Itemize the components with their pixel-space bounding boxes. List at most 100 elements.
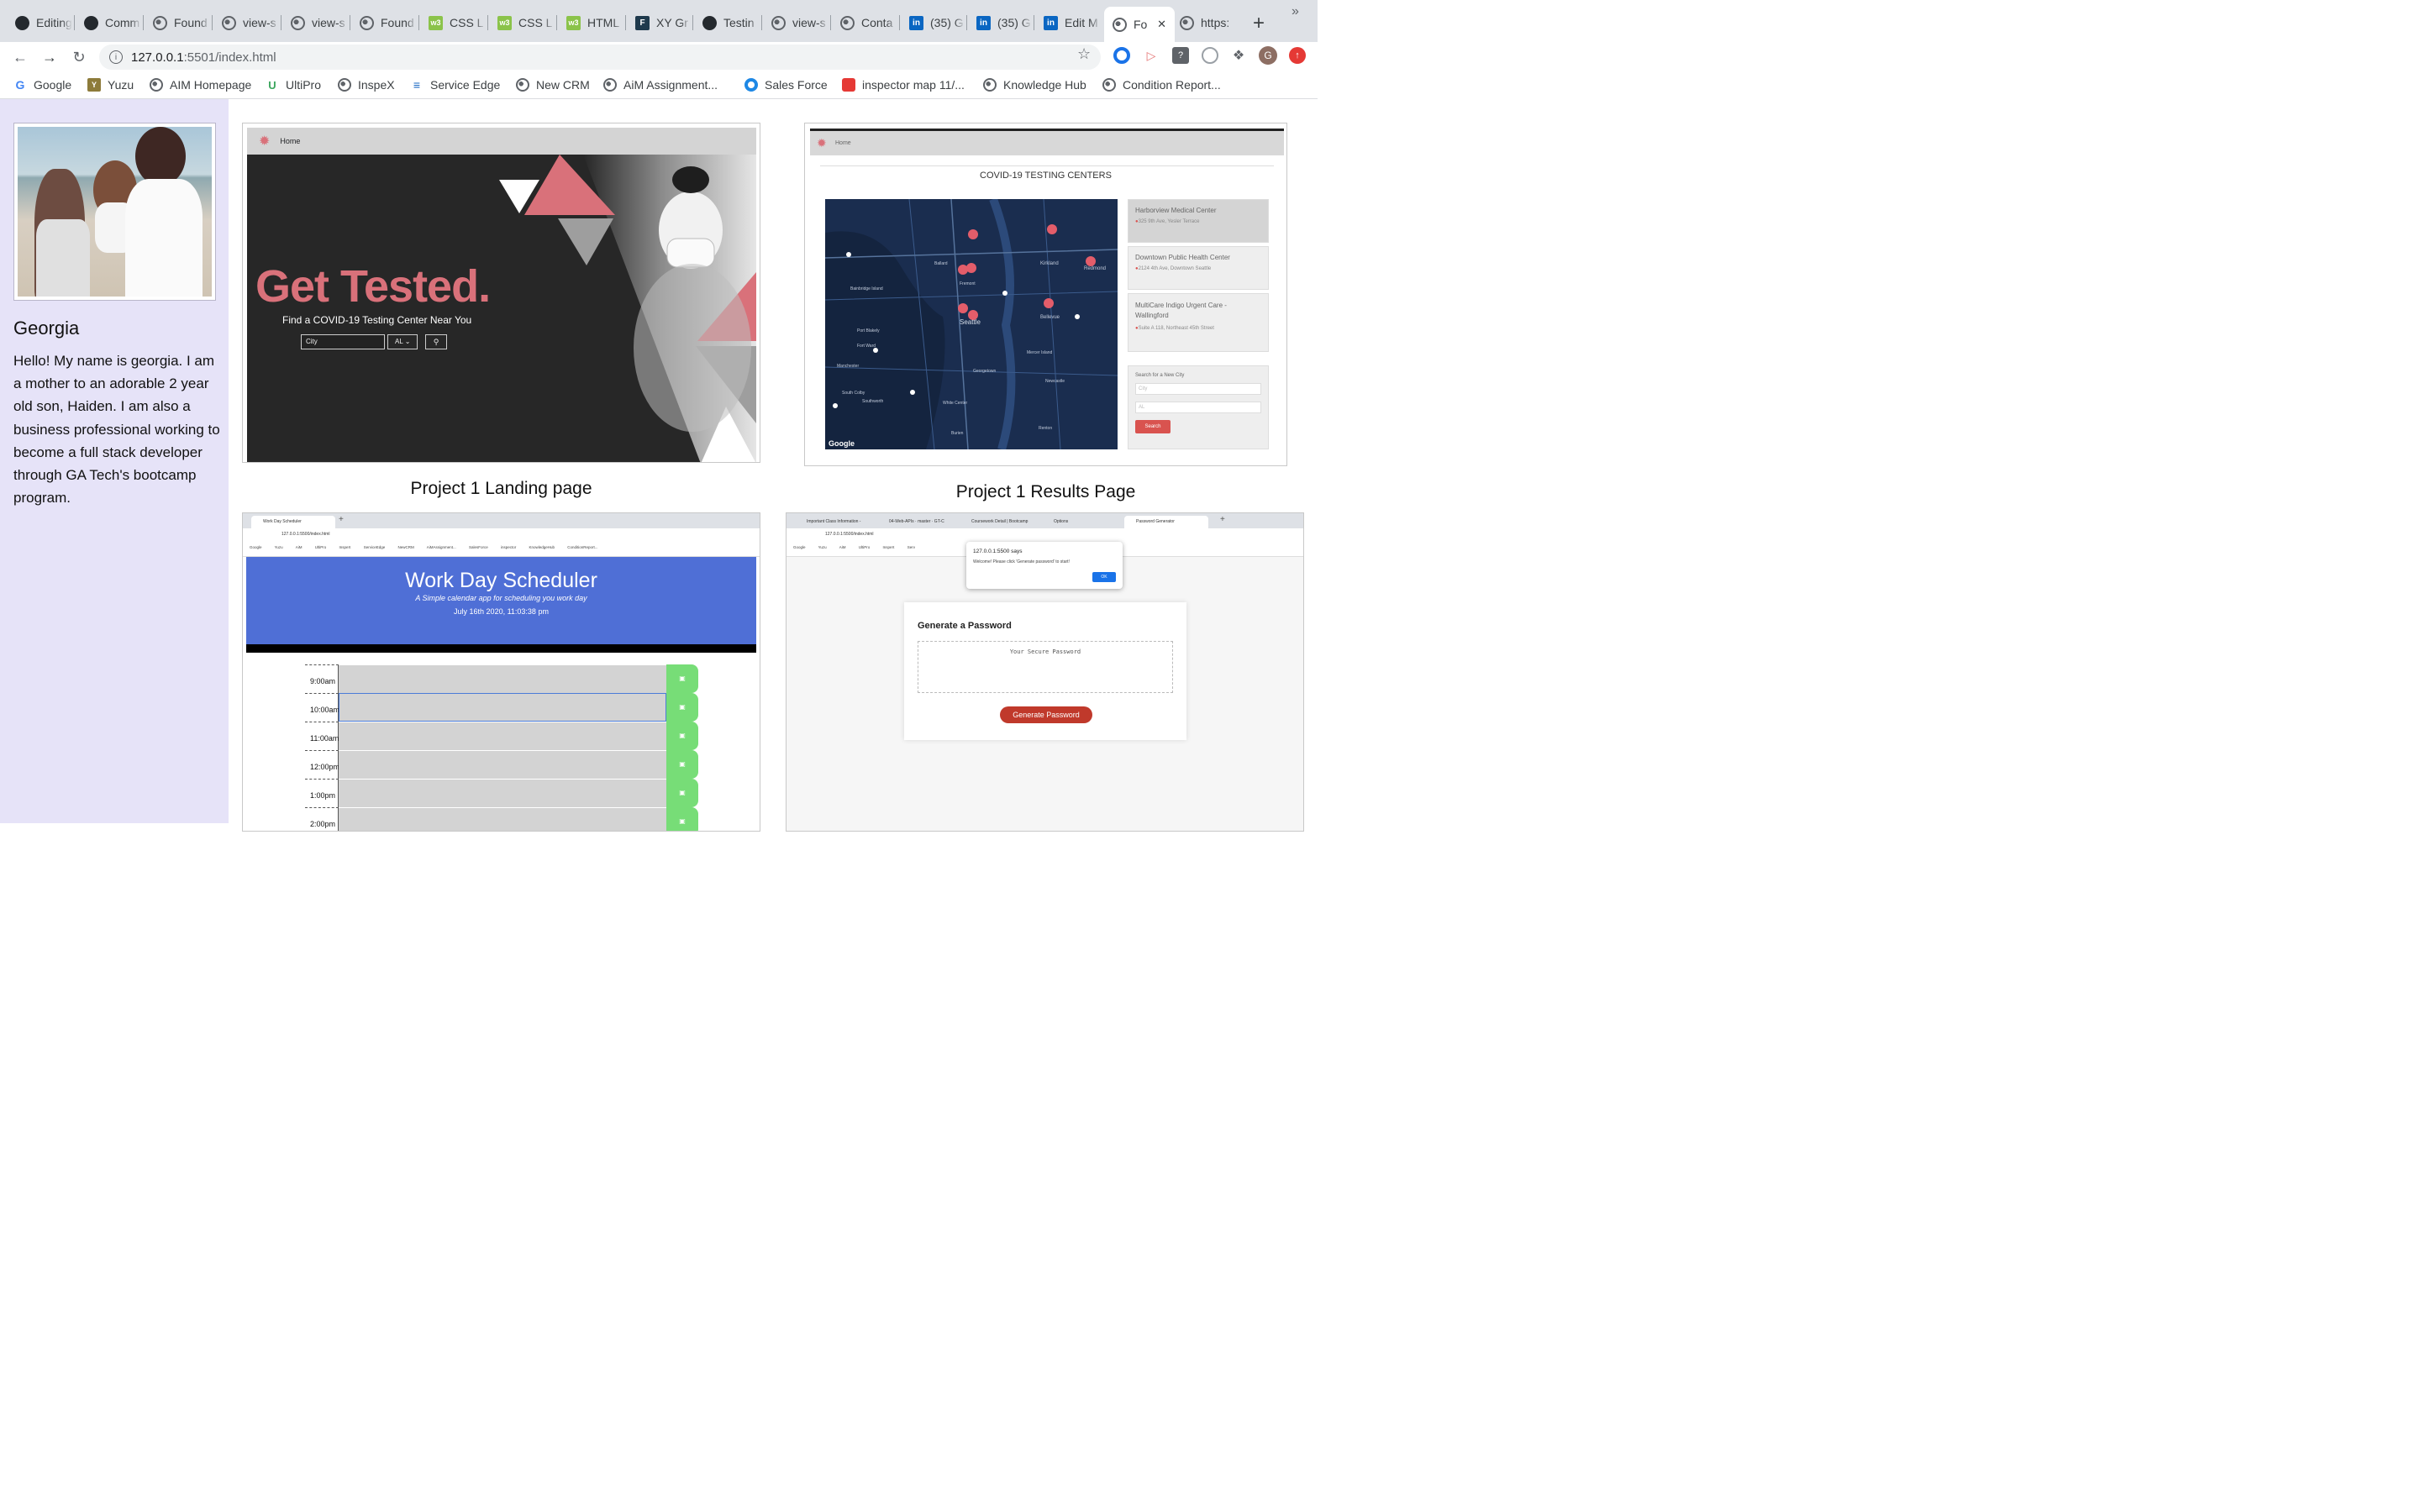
profile-avatar[interactable]: G xyxy=(1259,46,1277,65)
linkedin-icon: in xyxy=(1044,15,1058,30)
extension-help-icon[interactable]: ? xyxy=(1172,47,1189,64)
password-mini-tab: Coursework Detail | Bootcamp xyxy=(960,516,1042,528)
tab-label: CSS L xyxy=(450,16,484,29)
bookmark-item[interactable]: New CRM xyxy=(516,78,590,92)
bookmarks-overflow-button[interactable]: » xyxy=(1292,4,1299,19)
bookmark-item[interactable]: ≡ Service Edge xyxy=(410,78,500,92)
browser-tab[interactable]: https: xyxy=(1171,8,1237,37)
bookmark-label: New CRM xyxy=(536,78,590,92)
browser-tab[interactable]: Editing xyxy=(7,8,72,37)
bookmark-label: Sales Force xyxy=(765,78,828,92)
save-icon: ▣ xyxy=(666,807,698,831)
browser-tab[interactable]: w3 CSS L xyxy=(420,8,486,37)
browser-tab[interactable]: view-s xyxy=(763,8,829,37)
hour-label: 10:00am xyxy=(305,693,339,722)
bookmark-item[interactable]: Condition Report... xyxy=(1102,78,1221,92)
tab-separator xyxy=(966,15,967,30)
password-mini-bookmarks: Google Yuzu AiM UltiPro InspeX Serv xyxy=(793,545,915,549)
bookmark-item[interactable]: U UltiPro xyxy=(266,78,321,92)
back-arrow-icon[interactable]: ← xyxy=(8,45,32,69)
browser-tab[interactable]: F XY Gr xyxy=(627,8,691,37)
landing-caption: Project 1 Landing page xyxy=(410,479,592,498)
extension-play-icon[interactable]: ▷ xyxy=(1143,47,1160,64)
browser-tab[interactable]: Found xyxy=(351,8,417,37)
scheduler-title: Work Day Scheduler xyxy=(405,569,597,592)
browser-tab[interactable]: in Edit M xyxy=(1035,8,1101,37)
browser-toolbar: ← → ↻ i 127.0.0.1:5501/index.html ☆ ▷ ? … xyxy=(0,42,1318,72)
browser-tab[interactable]: Found xyxy=(145,8,210,37)
extension-headphones-icon[interactable] xyxy=(1202,47,1218,64)
mini-new-tab-icon: + xyxy=(1220,515,1225,524)
tab-label: Testin xyxy=(723,16,755,29)
hour-row: 11:00am ▣ xyxy=(305,722,698,750)
google-icon: G xyxy=(15,78,25,92)
globe-icon xyxy=(840,15,855,30)
map-label-redmond: Redmond xyxy=(1084,266,1107,271)
bookmark-item[interactable]: Knowledge Hub xyxy=(983,78,1086,92)
address-bar[interactable]: i 127.0.0.1:5501/index.html xyxy=(99,45,1101,70)
update-icon[interactable]: ↑ xyxy=(1289,47,1306,64)
info-icon[interactable]: i xyxy=(109,50,123,64)
results-page-screenshot[interactable]: ✹ Home COVID-19 TESTING CENTERS Seattle … xyxy=(804,123,1287,466)
alert-dialog: 127.0.0.1:5500 says Welcome! Please clic… xyxy=(966,542,1123,589)
results-search-panel: Search for a New City City AL Search xyxy=(1128,365,1269,449)
browser-tab[interactable]: view-s xyxy=(213,8,279,37)
forward-arrow-icon[interactable]: → xyxy=(38,45,61,69)
password-generator-screenshot[interactable]: Important Class Information - 04-Web-API… xyxy=(786,512,1304,832)
extension-circle-icon[interactable] xyxy=(1113,47,1130,64)
close-tab-icon[interactable]: ✕ xyxy=(1157,18,1166,31)
bookmark-item[interactable]: InspeX xyxy=(338,78,395,92)
browser-tab[interactable]: Comm xyxy=(76,8,141,37)
browser-tab[interactable]: in (35) G xyxy=(901,8,965,37)
bookmark-item[interactable]: AIM Homepage xyxy=(150,78,251,92)
extensions-puzzle-icon[interactable]: ❖ xyxy=(1230,47,1247,64)
bookmark-star-icon[interactable]: ☆ xyxy=(1077,45,1091,63)
map-label-georgetown: Georgetown xyxy=(973,369,997,374)
browser-tab[interactable]: w3 CSS L xyxy=(489,8,555,37)
map-city-label: Seattle xyxy=(960,318,981,326)
bookmark-label: inspector map 11/... xyxy=(862,78,965,92)
map-label-fort-ward: Fort Ward xyxy=(857,344,876,349)
reload-icon[interactable]: ↻ xyxy=(67,45,91,69)
landing-page-screenshot[interactable]: ✹ Home Get Tested. Find a COVID-19 Testi… xyxy=(242,123,760,463)
scheduler-mini-url: 127.0.0.1:5500/index.html xyxy=(281,532,330,537)
browser-tab[interactable]: in (35) G xyxy=(968,8,1032,37)
tab-label: Found xyxy=(381,16,414,29)
yuzu-icon: Y xyxy=(87,78,101,92)
tab-label: view-s xyxy=(792,16,826,29)
bookmark-item[interactable]: inspector map 11/... xyxy=(842,78,965,92)
bookmark-item[interactable]: AiM Assignment... xyxy=(603,78,718,92)
alert-ok-button: OK xyxy=(1092,572,1116,582)
landing-search-icon: ⚲ xyxy=(425,334,447,349)
virus-logo-icon: ✹ xyxy=(259,134,271,149)
browser-tab[interactable]: view-s xyxy=(282,8,348,37)
map-label-ballard: Ballard xyxy=(934,261,948,266)
center-address: 2124 4th Ave, Downtown Seattle xyxy=(1135,266,1261,271)
landing-state-select: AL ⌄ xyxy=(387,334,418,349)
map-label-burien: Burien xyxy=(951,431,964,436)
browser-tab[interactable]: w3 HTML xyxy=(558,8,623,37)
bookmark-item[interactable]: Y Yuzu xyxy=(87,78,134,92)
bookmark-label: Condition Report... xyxy=(1123,78,1221,92)
scheduler-screenshot[interactable]: Work Day Scheduler + 127.0.0.1:5500/inde… xyxy=(242,512,760,832)
new-tab-button[interactable]: + xyxy=(1249,12,1269,35)
browser-tab[interactable]: Conta xyxy=(832,8,897,37)
password-heading: Generate a Password xyxy=(918,621,1012,631)
browser-tab[interactable]: Testin xyxy=(694,8,760,37)
github-icon xyxy=(702,15,717,30)
alert-message: Welcome! Please click 'Generate password… xyxy=(973,559,1070,564)
hour-description xyxy=(339,722,666,750)
bookmark-item[interactable]: G Google xyxy=(13,78,72,92)
github-icon xyxy=(15,15,29,30)
tab-separator xyxy=(899,15,900,30)
center-address: 325 9th Ave, Yesler Terrace xyxy=(1135,219,1261,224)
bookmark-item[interactable]: Sales Force xyxy=(744,78,828,92)
browser-tab[interactable]: Fo ✕ xyxy=(1104,7,1175,42)
globe-icon xyxy=(1180,15,1194,30)
center-name: Harborview Medical Center xyxy=(1135,207,1217,214)
password-mini-tab: Password Generator xyxy=(1124,516,1208,528)
tab-separator xyxy=(487,15,488,30)
linkedin-icon: in xyxy=(976,15,991,30)
mini-new-tab-icon: + xyxy=(339,515,344,524)
results-state-select: AL xyxy=(1135,402,1261,413)
